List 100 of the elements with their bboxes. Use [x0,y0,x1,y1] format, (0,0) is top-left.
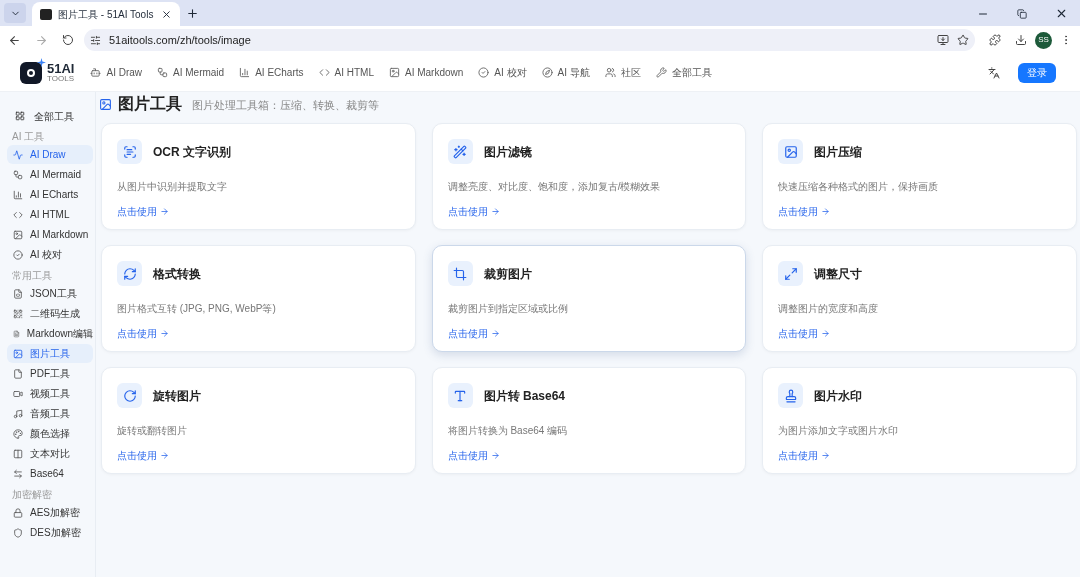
section-heading: 加密解密 [11,489,53,501]
use-link[interactable]: 点击使用 [778,326,831,341]
sidebar-item[interactable]: 全部工具 [7,106,93,126]
sidebar-item[interactable]: AES加解密 [7,503,93,522]
sidebar-item[interactable]: 视频工具 [7,384,93,403]
sidebar-item[interactable]: AI Draw [7,145,93,164]
nav-link[interactable]: AI 导航 [541,65,590,80]
address-bar[interactable]: 51aitools.com/zh/tools/image [84,29,975,51]
section-heading: AI 工具 [11,131,46,143]
sidebar-item[interactable]: JSON工具 [7,284,93,303]
robot-icon [90,67,102,78]
nav-link[interactable]: 全部工具 [655,65,712,80]
sidebar-item[interactable]: DES加解密 [7,523,93,542]
use-link[interactable]: 点击使用 [447,326,500,341]
lock-icon [13,507,23,518]
logo-title: 51AI [47,62,75,75]
card-title: 图片转 Base64 [483,387,566,405]
document-icon [13,328,20,339]
tool-card[interactable]: 图片滤镜 调整亮度、对比度、饱和度，添加复古/模糊效果 点击使用 [431,123,747,230]
use-link[interactable]: 点击使用 [117,448,169,463]
new-tab-icon[interactable] [186,7,199,20]
nav-link[interactable]: AI ECharts [239,65,304,80]
nav-link[interactable]: AI 校对 [478,65,527,80]
sidebar-item[interactable]: Markdown编辑 [7,324,93,343]
tool-card[interactable]: 格式转换 图片格式互转 (JPG, PNG, WebP等) 点击使用 [101,245,416,352]
tab-favicon-icon [40,8,52,20]
tool-card[interactable]: OCR 文字识别 从图片中识别并提取文字 点击使用 [101,123,416,230]
sidebar-item[interactable]: AI ECharts [7,185,93,204]
use-link[interactable]: 点击使用 [447,448,500,463]
card-title: OCR 文字识别 [153,143,231,161]
card-description: 为图片添加文字或图片水印 [778,424,900,438]
tool-card[interactable]: 图片转 Base64 将图片转换为 Base64 编码 点击使用 [431,367,747,474]
use-link[interactable]: 点击使用 [117,326,169,341]
card-title: 图片滤镜 [483,143,532,161]
image-icon [13,229,23,240]
arrow-icon [821,451,831,460]
json-file-icon [13,288,23,299]
code-icon [13,209,23,220]
sidebar-item[interactable]: 文本对比 [7,444,93,463]
scan-text-icon [122,144,137,159]
card-description: 从图片中识别并提取文字 [117,180,228,194]
use-link[interactable]: 点击使用 [117,204,169,219]
sidebar-item[interactable]: 音频工具 [7,404,93,423]
refresh-icon [122,266,137,281]
arrow-icon [160,207,169,216]
sidebar-item[interactable]: 颜色选择 [7,424,93,443]
tool-card[interactable]: 调整尺寸 调整图片的宽度和高度 点击使用 [762,245,1077,352]
extensions-icon[interactable] [989,34,1001,46]
nav-link[interactable]: AI Markdown [388,65,464,80]
flowchart-icon [157,67,169,78]
card-title: 裁剪图片 [483,265,532,283]
reload-icon[interactable] [62,34,74,46]
nav-link[interactable]: AI Mermaid [157,65,225,80]
sidebar-item[interactable]: AI Markdown [7,225,93,244]
bar-chart-icon [239,67,251,78]
tool-card[interactable]: 图片水印 为图片添加文字或图片水印 点击使用 [762,367,1077,474]
sidebar-item[interactable]: 二维码生成 [7,304,93,323]
nav-link[interactable]: AI Draw [90,65,143,80]
page-subtitle: 图片处理工具箱：压缩、转换、裁剪等 [192,98,379,114]
card-title: 图片水印 [814,387,863,405]
card-title: 调整尺寸 [814,265,863,283]
flowchart-icon [13,169,23,180]
nav-link[interactable]: AI HTML [318,65,374,80]
sidebar-item[interactable]: PDF工具 [7,364,93,383]
use-link[interactable]: 点击使用 [778,448,831,463]
video-camera-icon [13,388,23,399]
bar-chart-icon [13,189,23,200]
card-description: 图片格式互转 (JPG, PNG, WebP等) [117,302,277,316]
qr-code-icon [13,308,23,319]
card-title: 旋转图片 [153,387,201,405]
restore-icon[interactable] [1017,9,1027,19]
palette-icon [13,428,23,439]
sidebar-item[interactable]: AI 校对 [7,245,93,264]
tool-card[interactable]: 旋转图片 旋转或翻转图片 点击使用 [101,367,416,474]
tool-card[interactable]: 图片压缩 快速压缩各种格式的图片，保持画质 点击使用 [762,123,1077,230]
back-icon[interactable] [8,33,21,47]
use-link[interactable]: 点击使用 [778,204,831,219]
browser-tab[interactable]: 图片工具 - 51AI Tools [32,2,180,26]
download-icon[interactable] [1015,34,1027,46]
sidebar-item[interactable]: 图片工具 [7,344,93,363]
bookmark-star-icon[interactable] [957,34,969,46]
translate-icon[interactable] [988,66,1000,79]
sidebar-item[interactable]: AI HTML [7,205,93,224]
close-icon[interactable] [161,8,172,20]
use-link[interactable]: 点击使用 [447,204,500,219]
sidebar-item[interactable]: Base64 [7,464,93,483]
install-app-icon[interactable] [937,34,949,46]
site-info-icon[interactable] [90,34,101,46]
pulse-icon [13,149,23,160]
check-circle-icon [478,67,490,78]
image-icon [783,144,798,159]
music-note-icon [13,408,23,419]
image-icon [13,348,23,359]
login-button[interactable]: 登录 [1018,62,1056,83]
profile-avatar[interactable]: SS [1035,31,1052,49]
nav-link[interactable]: 社区 [604,65,641,80]
columns-icon [13,448,23,459]
close-icon[interactable] [1055,7,1068,20]
sidebar-item[interactable]: AI Mermaid [7,165,93,184]
tool-card[interactable]: 裁剪图片 裁剪图片到指定区域或比例 点击使用 [431,245,747,352]
